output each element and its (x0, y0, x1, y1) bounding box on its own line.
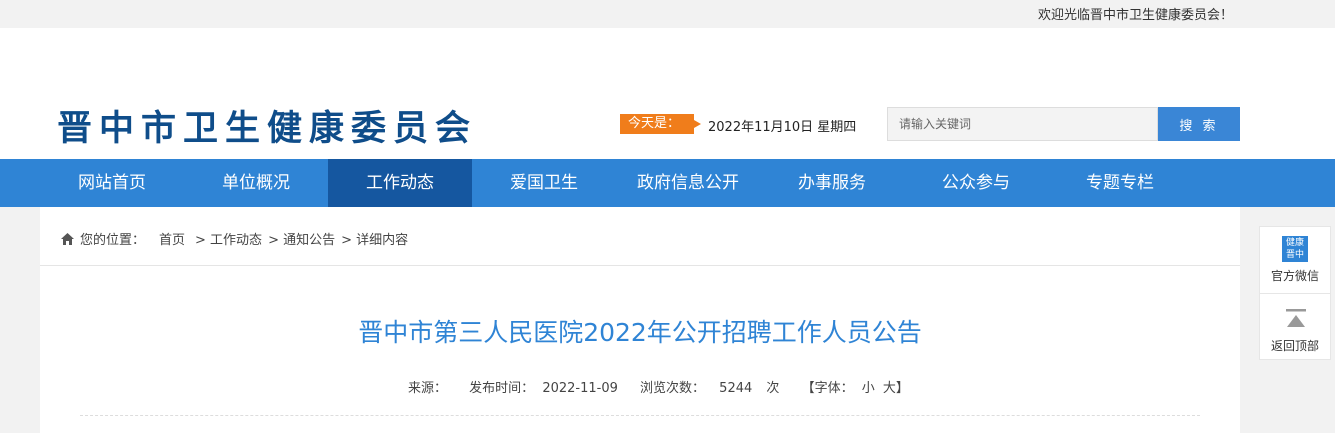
font-small-button[interactable]: 小 (862, 381, 875, 396)
back-to-top-label: 返回顶部 (1270, 339, 1319, 353)
article-title: 晋中市第三人民医院2022年公开招聘工作人员公告 (358, 318, 922, 347)
nav-item-patriotic-health[interactable]: 爱国卫生 (472, 159, 616, 207)
wechat-qr-icon: 健康晋中 (1282, 236, 1308, 262)
search-input[interactable] (887, 107, 1158, 141)
breadcrumb: 您的位置： 首页 > 工作动态 > 通知公告 > 详细内容 (60, 229, 414, 248)
header: 晋中市卫生健康委员会 今天是： 2022年11月10日 星期四 搜 索 (0, 28, 1335, 159)
views-label: 浏览次数： (640, 381, 706, 396)
source-label: 来源： (408, 381, 448, 396)
breadcrumb-work-news[interactable]: > 工作动态 (195, 229, 262, 248)
main-nav: 网站首页 单位概况 工作动态 爱国卫生 政府信息公开 办事服务 公众参与 专题专… (0, 159, 1335, 207)
wechat-button[interactable]: 健康晋中 官方微信 (1260, 227, 1330, 294)
publish-label: 发布时间： (469, 381, 535, 396)
nav-item-services[interactable]: 办事服务 (760, 159, 904, 207)
arrow-up-icon (1286, 309, 1306, 327)
float-panel: 健康晋中 官方微信 返回顶部 (1259, 226, 1331, 360)
wechat-label: 官方微信 (1270, 269, 1319, 283)
nav-item-home[interactable]: 网站首页 (40, 159, 184, 207)
top-bar: 欢迎光临晋中市卫生健康委员会！ (0, 0, 1335, 28)
home-icon (61, 232, 74, 245)
font-large-button[interactable]: 大】 (883, 381, 909, 396)
views-count: 5244 (719, 381, 753, 396)
views-unit: 次 (766, 381, 780, 396)
welcome-text: 欢迎光临晋中市卫生健康委员会！ (1037, 8, 1233, 23)
breadcrumb-home[interactable]: 首页 (159, 229, 185, 248)
font-size-label: 【字体： (801, 381, 854, 396)
nav-item-overview[interactable]: 单位概况 (184, 159, 328, 207)
article-meta: 来源： 发布时间： 2022-11-09 浏览次数： 5244 次 【字体： 小… (408, 377, 913, 396)
back-to-top-button[interactable]: 返回顶部 (1260, 294, 1330, 360)
site-logo[interactable]: 晋中市卫生健康委员会 (57, 100, 477, 151)
breadcrumb-prefix: 您的位置： (80, 233, 146, 248)
dashed-divider (80, 415, 1200, 416)
nav-item-topics[interactable]: 专题专栏 (1048, 159, 1192, 207)
content-panel: 您的位置： 首页 > 工作动态 > 通知公告 > 详细内容 晋中市第三人民医院2… (40, 207, 1240, 433)
nav-item-work-news[interactable]: 工作动态 (328, 159, 472, 207)
nav-item-participation[interactable]: 公众参与 (904, 159, 1048, 207)
today-date: 2022年11月10日 星期四 (708, 120, 857, 135)
search-button[interactable]: 搜 索 (1158, 107, 1240, 141)
nav-item-gov-info[interactable]: 政府信息公开 (616, 159, 760, 207)
breadcrumb-notices[interactable]: > 通知公告 (268, 229, 335, 248)
breadcrumb-detail: > 详细内容 (341, 233, 409, 248)
divider (40, 265, 1240, 266)
publish-date: 2022-11-09 (542, 381, 618, 396)
today-badge: 今天是： (620, 114, 701, 134)
